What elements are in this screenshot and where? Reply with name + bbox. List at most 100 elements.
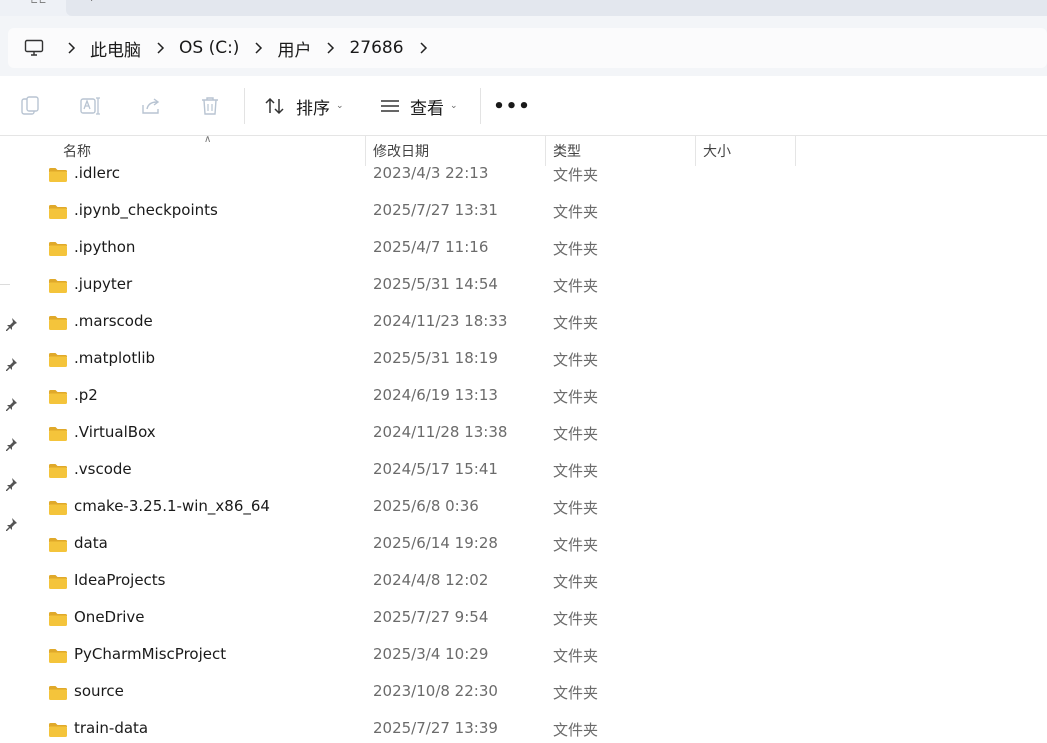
table-row[interactable]: source 2023/10/8 22:30 文件夹 [24, 676, 1047, 713]
table-row[interactable]: cmake-3.25.1-win_x86_64 2025/6/8 0:36 文件夹 [24, 491, 1047, 528]
file-type: 文件夹 [553, 610, 599, 628]
toolbar-divider [244, 88, 245, 124]
file-name[interactable]: cmake-3.25.1-win_x86_64 [74, 497, 270, 515]
file-type: 文件夹 [553, 684, 599, 702]
pin-icon[interactable] [3, 316, 19, 332]
file-date-modified: 2024/6/19 13:13 [373, 386, 498, 404]
file-type: 文件夹 [553, 721, 599, 739]
pin-icon[interactable] [3, 476, 19, 492]
pin-icon[interactable] [3, 356, 19, 372]
file-date-modified: 2024/11/23 18:33 [373, 312, 508, 330]
file-type: 文件夹 [553, 240, 599, 258]
folder-icon [49, 464, 67, 478]
sort-icon [265, 97, 284, 115]
breadcrumb-this-pc[interactable]: 此电脑 [88, 36, 143, 61]
pin-icon[interactable] [3, 396, 19, 412]
file-date-modified: 2024/4/8 12:02 [373, 571, 489, 589]
folder-icon [49, 242, 67, 256]
command-bar: 排序 ⌄ 查看 ⌄ ••• [0, 76, 1047, 136]
view-list-icon [381, 100, 399, 112]
nav-divider [0, 284, 10, 285]
breadcrumb-user-folder[interactable]: 27686 [347, 38, 405, 58]
sort-button[interactable]: 排序 ⌄ [264, 90, 344, 122]
chevron-right-icon[interactable] [313, 28, 347, 68]
file-date-modified: 2025/6/14 19:28 [373, 534, 498, 552]
file-date-modified: 2024/5/17 15:41 [373, 460, 498, 478]
file-date-modified: 2023/4/3 22:13 [373, 164, 489, 182]
file-type: 文件夹 [553, 462, 599, 480]
table-row[interactable]: IdeaProjects 2024/4/8 12:02 文件夹 [24, 565, 1047, 602]
table-row[interactable]: .vscode 2024/5/17 15:41 文件夹 [24, 454, 1047, 491]
chevron-right-icon[interactable] [143, 28, 177, 68]
this-pc-icon[interactable] [14, 28, 54, 68]
file-name[interactable]: source [74, 682, 124, 700]
file-date-modified: 2025/7/27 9:54 [373, 608, 489, 626]
folder-icon [49, 686, 67, 700]
share-icon[interactable] [139, 94, 163, 118]
file-name[interactable]: train-data [74, 719, 148, 737]
table-row[interactable]: .ipynb_checkpoints 2025/7/27 13:31 文件夹 [24, 195, 1047, 232]
toolbar-divider [480, 88, 481, 124]
chevron-right-icon[interactable] [406, 28, 440, 68]
table-row[interactable]: data 2025/6/14 19:28 文件夹 [24, 528, 1047, 565]
file-type: 文件夹 [553, 351, 599, 369]
chevron-down-icon: ⌄ [450, 101, 458, 111]
more-options-button[interactable]: ••• [493, 90, 530, 122]
breadcrumb-users[interactable]: 用户 [275, 36, 313, 61]
folder-icon [49, 612, 67, 626]
file-type: 文件夹 [553, 203, 599, 221]
file-name[interactable]: .VirtualBox [74, 423, 156, 441]
delete-icon[interactable] [198, 94, 222, 118]
table-row[interactable]: train-data 2025/7/27 13:39 文件夹 [24, 713, 1047, 743]
file-date-modified: 2025/4/7 11:16 [373, 238, 489, 256]
table-row[interactable]: .p2 2024/6/19 13:13 文件夹 [24, 380, 1047, 417]
file-name[interactable]: OneDrive [74, 608, 145, 626]
table-row[interactable]: .ipython 2025/4/7 11:16 文件夹 [24, 232, 1047, 269]
sort-button-label: 排序 [296, 98, 330, 119]
breadcrumb[interactable]: 此电脑 OS (C:) 用户 27686 [8, 28, 1047, 68]
sort-ascending-icon: ∧ [204, 134, 212, 145]
file-name[interactable]: PyCharmMiscProject [74, 645, 226, 663]
file-name[interactable]: .vscode [74, 460, 132, 478]
tab-remnant-icon: ∟∟ [30, 0, 47, 7]
file-date-modified: 2025/5/31 18:19 [373, 349, 498, 367]
file-name[interactable]: .ipython [74, 238, 135, 256]
table-row[interactable]: .VirtualBox 2024/11/28 13:38 文件夹 [24, 417, 1047, 454]
file-type: 文件夹 [553, 499, 599, 517]
pin-icon[interactable] [3, 436, 19, 452]
tab-remnant-glyph: · [90, 0, 94, 7]
folder-icon [49, 168, 67, 182]
folder-icon [49, 205, 67, 219]
file-name[interactable]: data [74, 534, 108, 552]
file-name[interactable]: .matplotlib [74, 349, 155, 367]
copy-icon[interactable] [18, 94, 42, 118]
folder-icon [49, 316, 67, 330]
table-row[interactable]: PyCharmMiscProject 2025/3/4 10:29 文件夹 [24, 639, 1047, 676]
folder-icon [49, 390, 67, 404]
address-bar: 此电脑 OS (C:) 用户 27686 [0, 16, 1047, 76]
file-type: 文件夹 [553, 647, 599, 665]
view-button[interactable]: 查看 ⌄ [380, 90, 458, 122]
table-row[interactable]: .marscode 2024/11/23 18:33 文件夹 [24, 306, 1047, 343]
table-row[interactable]: .matplotlib 2025/5/31 18:19 文件夹 [24, 343, 1047, 380]
rename-icon[interactable] [78, 94, 102, 118]
tab-current[interactable]: · [66, 0, 1047, 16]
file-type: 文件夹 [553, 314, 599, 332]
table-row[interactable]: .jupyter 2025/5/31 14:54 文件夹 [24, 269, 1047, 306]
file-type: 文件夹 [553, 388, 599, 406]
file-name[interactable]: .jupyter [74, 275, 132, 293]
file-name[interactable]: .p2 [74, 386, 98, 404]
folder-icon [49, 353, 67, 367]
view-button-label: 查看 [410, 98, 444, 119]
file-name[interactable]: .ipynb_checkpoints [74, 201, 218, 219]
file-name[interactable]: .marscode [74, 312, 153, 330]
chevron-right-icon[interactable] [54, 28, 88, 68]
folder-icon [49, 538, 67, 552]
table-row[interactable]: OneDrive 2025/7/27 9:54 文件夹 [24, 602, 1047, 639]
pin-icon[interactable] [3, 516, 19, 532]
file-name[interactable]: .idlerc [74, 164, 120, 182]
table-row[interactable]: .idlerc 2023/4/3 22:13 文件夹 [24, 158, 1047, 195]
file-name[interactable]: IdeaProjects [74, 571, 166, 589]
breadcrumb-drive-c[interactable]: OS (C:) [177, 38, 241, 58]
chevron-right-icon[interactable] [241, 28, 275, 68]
